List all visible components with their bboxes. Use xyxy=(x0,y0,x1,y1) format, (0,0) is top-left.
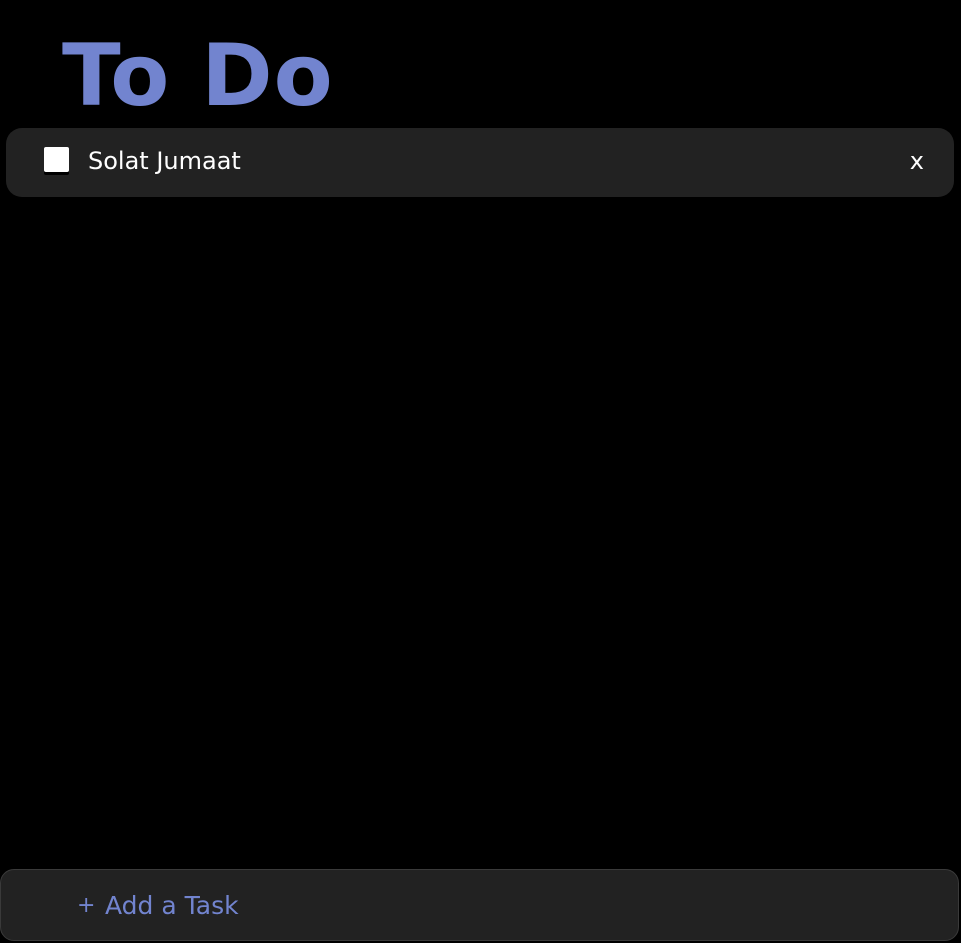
add-task-input[interactable] xyxy=(105,888,905,922)
task-item: Solat Jumaat x xyxy=(6,128,954,197)
add-task-bar[interactable]: + xyxy=(0,869,959,941)
task-checkbox[interactable] xyxy=(44,147,69,172)
plus-icon: + xyxy=(77,893,96,918)
delete-task-button[interactable]: x xyxy=(910,146,924,176)
page-title: To Do xyxy=(62,26,334,126)
todo-app: To Do Solat Jumaat x + xyxy=(0,0,961,943)
task-list: Solat Jumaat x xyxy=(6,128,954,197)
task-label: Solat Jumaat xyxy=(88,147,241,175)
